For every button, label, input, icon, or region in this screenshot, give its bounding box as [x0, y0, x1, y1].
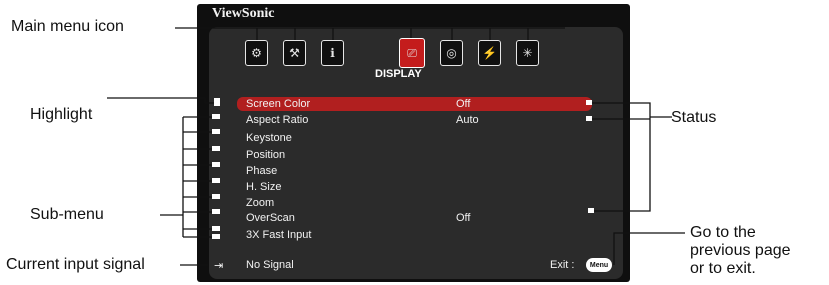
- callout-status: Status: [671, 109, 717, 126]
- callout-line-highlight: [107, 97, 216, 104]
- callout-go-back-line1: Go to the: [690, 224, 756, 241]
- callout-highlight: Highlight: [30, 106, 93, 123]
- callout-main-menu-icon: Main menu icon: [11, 18, 124, 35]
- callout-current-input-signal: Current input signal: [6, 256, 145, 273]
- callout-sub-menu: Sub-menu: [30, 206, 104, 223]
- callout-line-go-back: [613, 232, 685, 265]
- callout-go-back-line2: previous page: [690, 242, 791, 259]
- callout-go-back-line3: or to exit.: [690, 260, 756, 277]
